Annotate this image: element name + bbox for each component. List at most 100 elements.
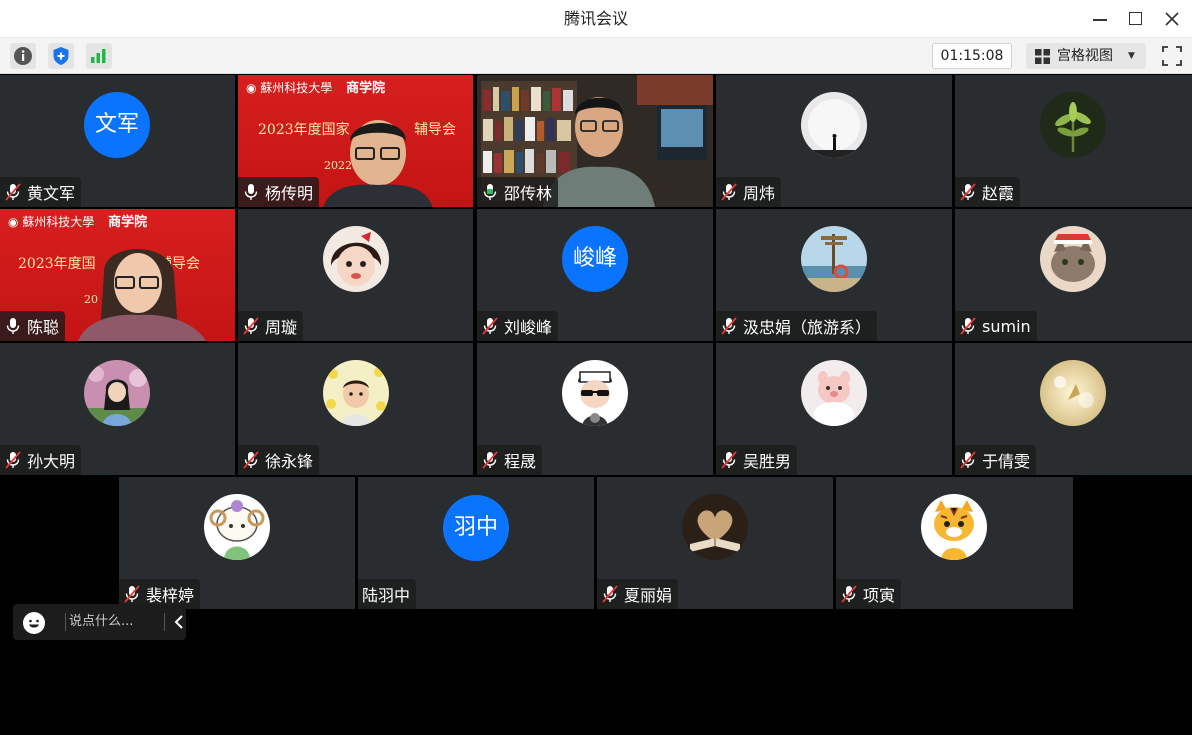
participant-tile[interactable]: 文军 黄文军 (0, 75, 235, 207)
participant-name: 汲忠娟（旅游系） (743, 318, 872, 337)
mic-icon (6, 318, 20, 334)
avatar (204, 494, 270, 560)
name-tag: 陆羽中 (358, 579, 417, 609)
chevron-down-icon: ▼ (1128, 51, 1135, 61)
name-tag: 徐永锋 (238, 445, 320, 475)
participant-tile-speaking[interactable]: 邵传林 (477, 75, 713, 207)
participant-tile[interactable]: 吴胜男 (716, 343, 952, 475)
participant-tile[interactable]: 于倩雯 (955, 343, 1192, 475)
name-tag: 夏丽娟 (597, 579, 679, 609)
close-button[interactable] (1157, 4, 1187, 34)
avatar (1040, 226, 1106, 292)
participant-name: 赵霞 (982, 184, 1015, 203)
banner-college: 商学院 (346, 81, 386, 96)
name-tag: 周炜 (716, 177, 782, 207)
participant-tile[interactable]: 赵霞 (955, 75, 1192, 207)
avatar (921, 494, 987, 560)
shield-icon (53, 47, 69, 65)
participant-tile[interactable]: 程晟 (477, 343, 713, 475)
avatar (323, 226, 389, 292)
participant-tile[interactable]: ◉ 蘇州科技大學 商学院 2023年度国 辅导会 20 陈聪 (0, 209, 235, 341)
meeting-info-button[interactable] (10, 43, 36, 69)
name-tag: 吴胜男 (716, 445, 798, 475)
mic-muted-icon (124, 585, 140, 603)
participant-name: 刘峻峰 (504, 318, 553, 337)
avatar: 文军 (84, 92, 150, 158)
avatar: 羽中 (443, 495, 509, 561)
participant-name: 周璇 (265, 318, 298, 337)
avatar (562, 360, 628, 426)
name-tag: 赵霞 (955, 177, 1021, 207)
participant-tile[interactable]: 裴梓婷 (119, 477, 355, 609)
mic-muted-icon (960, 451, 976, 469)
info-icon (14, 47, 32, 65)
name-tag: 杨传明 (238, 177, 320, 207)
signal-icon (91, 49, 106, 63)
participant-tile[interactable]: 峻峰 刘峻峰 (477, 209, 713, 341)
network-signal-button[interactable] (86, 43, 112, 69)
name-tag: sumin (955, 311, 1037, 341)
person-video (78, 248, 206, 341)
avatar (1040, 360, 1106, 426)
close-icon (1165, 12, 1179, 26)
mic-muted-icon (5, 451, 21, 469)
chevron-left-icon[interactable] (173, 614, 185, 630)
participant-name: 于倩雯 (982, 452, 1031, 471)
emoji-icon[interactable] (23, 612, 45, 634)
divider (164, 613, 165, 631)
mic-muted-icon (841, 585, 857, 603)
university-logo: ◉ 蘇州科技大學 商学院 (8, 215, 148, 230)
name-tag: 汲忠娟（旅游系） (716, 311, 878, 341)
minimize-button[interactable] (1085, 4, 1115, 34)
participant-tile[interactable]: sumin (955, 209, 1192, 341)
participant-tile[interactable]: 项寅 (836, 477, 1073, 609)
participant-tile[interactable]: 徐永锋 (238, 343, 473, 475)
participant-tile[interactable]: 汲忠娟（旅游系） (716, 209, 952, 341)
grid-view-icon (1035, 49, 1050, 64)
title-bar: 腾讯会议 (0, 0, 1192, 38)
avatar (1040, 92, 1106, 158)
video-grid: 文军 黄文军 ◉ 蘇州科技大學 商学院 2023年度国家 辅导会 2022 杨传… (0, 75, 1192, 735)
participant-name: 项寅 (863, 586, 896, 605)
avatar (801, 360, 867, 426)
university-logo: ◉ 蘇州科技大學 商学院 (246, 81, 386, 96)
mic-muted-icon (243, 317, 259, 335)
participant-tile[interactable]: ◉ 蘇州科技大學 商学院 2023年度国家 辅导会 2022 杨传明 (238, 75, 473, 207)
mic-muted-icon (482, 451, 498, 469)
divider (65, 613, 66, 631)
minimize-icon (1093, 19, 1107, 21)
name-tag: 程晟 (477, 445, 543, 475)
participant-tile[interactable]: 周炜 (716, 75, 952, 207)
mic-muted-icon (721, 451, 737, 469)
avatar (323, 360, 389, 426)
view-mode-dropdown[interactable]: 宫格视图 ▼ (1026, 43, 1146, 69)
participant-name: 夏丽娟 (624, 586, 673, 605)
maximize-button[interactable] (1121, 4, 1151, 34)
participant-tile[interactable]: 孙大明 (0, 343, 235, 475)
chat-input-bar[interactable]: 说点什么... (13, 604, 186, 640)
mic-muted-icon (721, 183, 737, 201)
name-tag: 周璇 (238, 311, 304, 341)
participant-tile[interactable]: 周璇 (238, 209, 473, 341)
avatar (801, 92, 867, 158)
participant-name: sumin (982, 316, 1031, 336)
fullscreen-button[interactable] (1159, 43, 1185, 69)
name-tag: 项寅 (836, 579, 902, 609)
participant-name: 徐永锋 (265, 452, 314, 471)
mic-icon (244, 184, 258, 200)
participant-name: 吴胜男 (743, 452, 792, 471)
security-button[interactable] (48, 43, 74, 69)
participant-name: 陆羽中 (362, 586, 411, 605)
participant-name: 周炜 (743, 184, 776, 203)
participant-tile[interactable]: 夏丽娟 (597, 477, 833, 609)
participant-name: 陈聪 (27, 318, 60, 337)
name-tag: 陈聪 (0, 311, 66, 341)
view-mode-label: 宫格视图 (1057, 48, 1113, 64)
participant-tile[interactable]: 羽中 陆羽中 (358, 477, 594, 609)
mic-muted-icon (721, 317, 737, 335)
avatar: 峻峰 (562, 226, 628, 292)
mic-muted-icon (482, 317, 498, 335)
participant-name: 杨传明 (265, 184, 314, 203)
chat-input[interactable]: 说点什么... (69, 604, 133, 640)
meeting-toolbar: 01:15:08 宫格视图 ▼ (0, 38, 1192, 74)
